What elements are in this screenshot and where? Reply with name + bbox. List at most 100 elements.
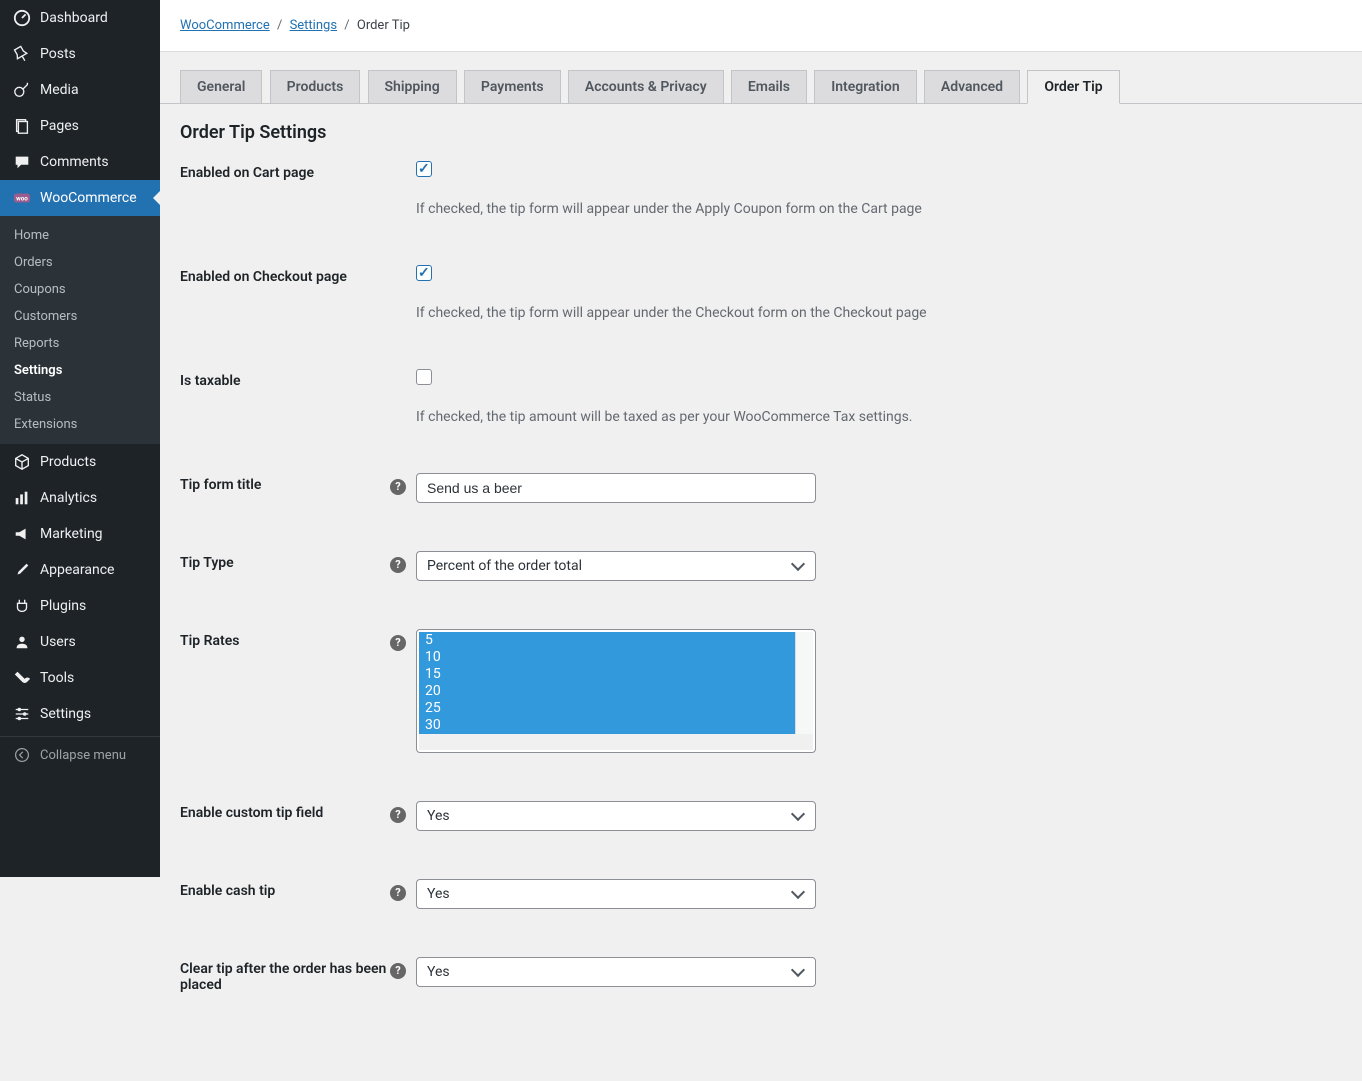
dashboard-icon [12,8,32,28]
sidebar-item-label: Media [40,82,79,98]
row-enabled-checkout: Enabled on Checkout page If checked, the… [180,265,1342,321]
sidebar-item-media[interactable]: Media [0,72,160,108]
submenu-home[interactable]: Home [0,222,160,249]
label-tip-type: Tip Type [180,551,390,571]
checkbox-enabled-checkout[interactable] [416,265,432,281]
label-enable-cash: Enable cash tip [180,879,390,899]
wrench-icon [12,668,32,688]
sidebar-item-settings[interactable]: Settings [0,696,160,732]
woocommerce-submenu: Home Orders Coupons Customers Reports Se… [0,216,160,444]
select-tip-type[interactable]: Percent of the order total [416,551,816,581]
help-icon[interactable]: ? [390,885,406,901]
row-enable-cash: Enable cash tip ? Yes [180,879,1342,909]
sidebar-item-products[interactable]: Products [0,444,160,480]
help-icon[interactable]: ? [390,635,406,651]
label-enable-custom: Enable custom tip field [180,801,390,821]
submenu-extensions[interactable]: Extensions [0,411,160,438]
sidebar-item-label: Tools [40,670,74,686]
media-icon [12,80,32,100]
tab-emails[interactable]: Emails [731,70,807,103]
row-clear-tip: Clear tip after the order has been place… [180,957,1342,993]
tip-rate-option[interactable]: 30 [419,717,795,734]
sidebar-item-analytics[interactable]: Analytics [0,480,160,516]
sidebar-item-pages[interactable]: Pages [0,108,160,144]
pages-icon [12,116,32,136]
submenu-reports[interactable]: Reports [0,330,160,357]
submenu-status[interactable]: Status [0,384,160,411]
label-enabled-cart: Enabled on Cart page [180,161,390,181]
pin-icon [12,44,32,64]
sidebar-item-label: WooCommerce [40,190,137,206]
breadcrumb-sep: / [277,18,282,33]
products-icon [12,452,32,472]
sidebar-item-posts[interactable]: Posts [0,36,160,72]
label-clear-tip: Clear tip after the order has been place… [180,957,390,993]
sidebar-item-woocommerce[interactable]: woo WooCommerce [0,180,160,216]
tab-shipping[interactable]: Shipping [368,70,457,103]
label-enabled-checkout: Enabled on Checkout page [180,265,390,285]
sidebar-item-label: Appearance [40,562,114,578]
svg-text:woo: woo [16,195,28,203]
sidebar-item-label: Pages [40,118,79,134]
sidebar-item-users[interactable]: Users [0,624,160,660]
sidebar-item-label: Comments [40,154,109,170]
select-clear-tip[interactable]: Yes [416,957,816,987]
submenu-coupons[interactable]: Coupons [0,276,160,303]
tip-rate-option[interactable]: 20 [419,683,795,700]
tab-advanced[interactable]: Advanced [924,70,1020,103]
tab-accounts-privacy[interactable]: Accounts & Privacy [568,70,724,103]
settings-tabs: General Products Shipping Payments Accou… [160,52,1362,104]
brush-icon [12,560,32,580]
tip-rate-option[interactable]: 10 [419,649,795,666]
tab-order-tip[interactable]: Order Tip [1027,70,1119,104]
sidebar-item-label: Dashboard [40,10,108,26]
tab-payments[interactable]: Payments [464,70,561,103]
megaphone-icon [12,524,32,544]
help-icon[interactable]: ? [390,557,406,573]
main-content: WooCommerce / Settings / Order Tip Gener… [160,0,1362,1081]
breadcrumb-sep: / [344,18,349,33]
select-enable-custom[interactable]: Yes [416,801,816,831]
sidebar-item-label: Marketing [40,526,103,542]
user-icon [12,632,32,652]
tab-general[interactable]: General [180,70,262,103]
sidebar-item-appearance[interactable]: Appearance [0,552,160,588]
checkbox-is-taxable[interactable] [416,369,432,385]
tab-integration[interactable]: Integration [814,70,916,103]
help-icon[interactable]: ? [390,479,406,495]
submenu-settings[interactable]: Settings [0,357,160,384]
breadcrumb-current: Order Tip [357,18,410,33]
row-tip-rates: Tip Rates ? 5 10 15 20 25 30 [180,629,1342,753]
sidebar-item-dashboard[interactable]: Dashboard [0,0,160,36]
submenu-customers[interactable]: Customers [0,303,160,330]
select-enable-cash[interactable]: Yes [416,879,816,909]
collapse-icon [12,745,32,765]
tip-rate-option[interactable]: 5 [419,632,795,649]
sidebar-item-comments[interactable]: Comments [0,144,160,180]
help-icon[interactable]: ? [390,807,406,823]
label-is-taxable: Is taxable [180,369,390,389]
tab-products[interactable]: Products [270,70,361,103]
sidebar-item-label: Settings [40,706,91,722]
desc-is-taxable: If checked, the tip amount will be taxed… [416,409,913,425]
sidebar-item-tools[interactable]: Tools [0,660,160,696]
row-enable-custom: Enable custom tip field ? Yes [180,801,1342,831]
sliders-icon [12,704,32,724]
desc-enabled-checkout: If checked, the tip form will appear und… [416,305,927,321]
sidebar-item-marketing[interactable]: Marketing [0,516,160,552]
breadcrumb-settings[interactable]: Settings [290,18,337,33]
help-icon[interactable]: ? [390,963,406,979]
tip-rate-option[interactable]: 15 [419,666,795,683]
row-enabled-cart: Enabled on Cart page If checked, the tip… [180,161,1342,217]
checkbox-enabled-cart[interactable] [416,161,432,177]
settings-form: Order Tip Settings Enabled on Cart page … [160,104,1362,1081]
sidebar-item-plugins[interactable]: Plugins [0,588,160,624]
breadcrumb-woocommerce[interactable]: WooCommerce [180,18,270,33]
collapse-menu[interactable]: Collapse menu [0,736,160,773]
scrollbar[interactable] [795,632,813,734]
tip-rate-option[interactable]: 25 [419,700,795,717]
input-tip-title[interactable] [416,473,816,503]
multiselect-tip-rates[interactable]: 5 10 15 20 25 30 [416,629,816,753]
page-title: Order Tip Settings [180,122,1342,143]
submenu-orders[interactable]: Orders [0,249,160,276]
